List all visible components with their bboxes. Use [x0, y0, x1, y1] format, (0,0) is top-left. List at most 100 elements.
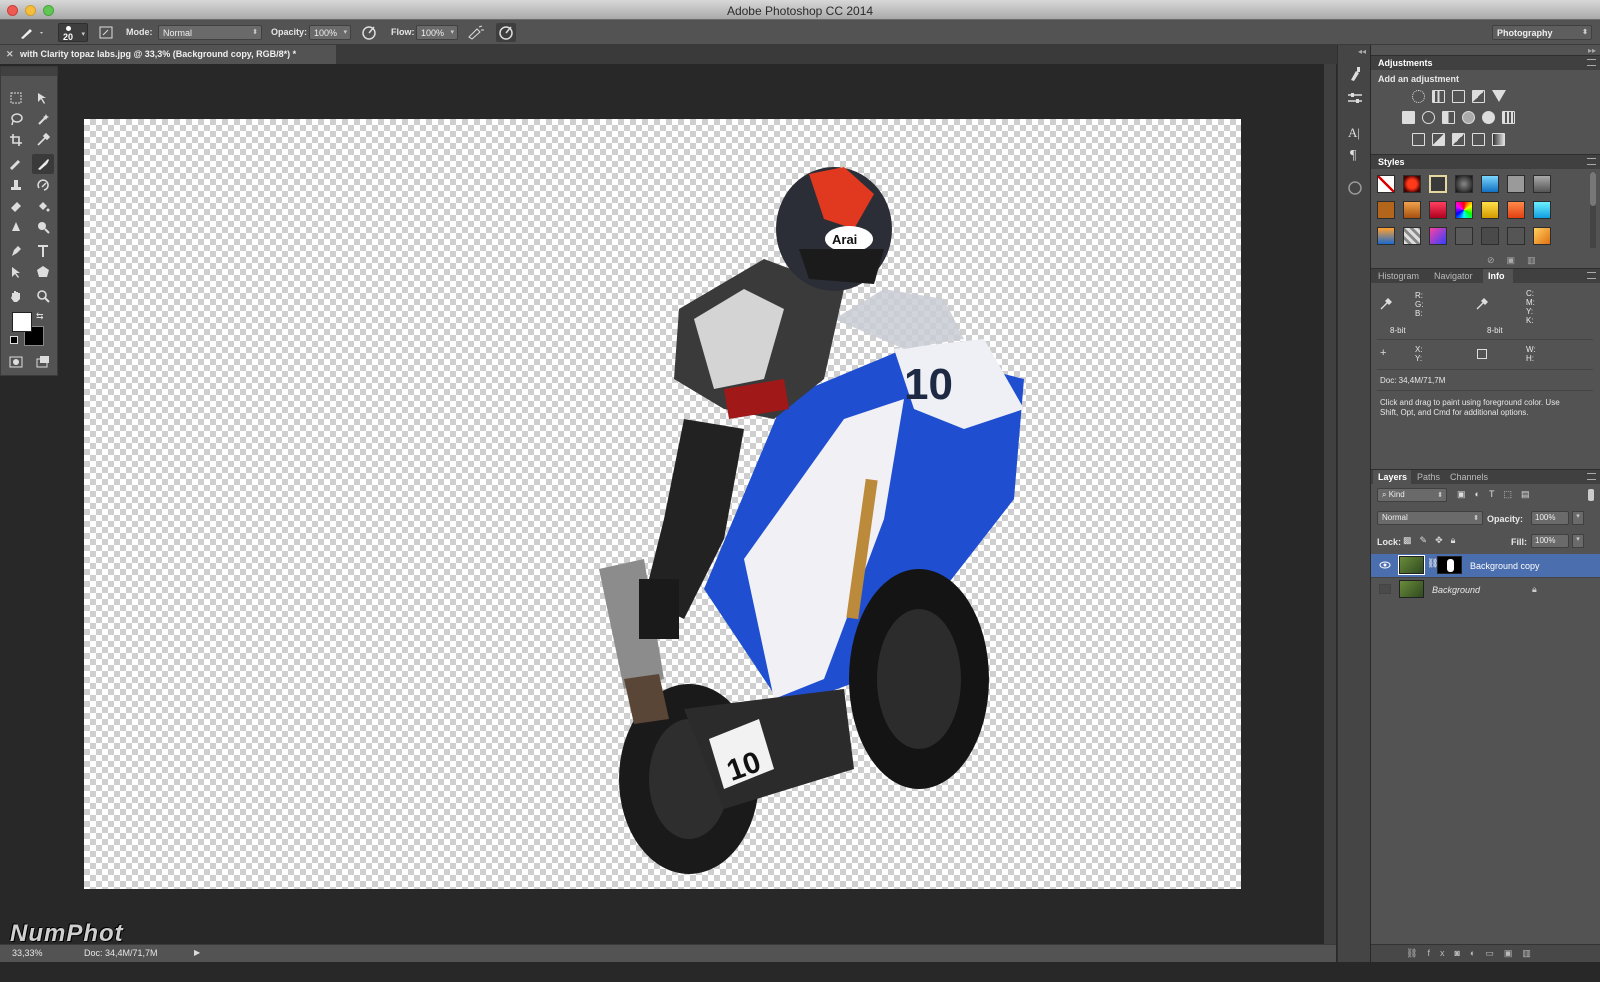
adjustment-brightness-button[interactable] [1412, 90, 1425, 103]
opacity-field[interactable]: 100% ▾ [309, 25, 351, 40]
tab-styles[interactable]: Styles [1378, 157, 1405, 167]
filter-toggle[interactable] [1588, 489, 1594, 501]
brush-dock-button[interactable] [1345, 89, 1365, 107]
layer-row-background[interactable]: Background 🔒︎ [1371, 577, 1600, 600]
lock-transparency-icon[interactable]: ▩ [1403, 535, 1420, 545]
style-swatch[interactable] [1403, 227, 1421, 245]
style-swatch[interactable] [1377, 175, 1395, 193]
adjustment-invert-button[interactable] [1412, 133, 1425, 146]
style-swatch[interactable] [1429, 175, 1447, 193]
adjustment-vibrance-button[interactable] [1492, 90, 1506, 102]
layer-opacity-field[interactable]: 100% [1531, 511, 1569, 525]
style-swatch[interactable] [1455, 201, 1473, 219]
brush-tool[interactable] [32, 154, 54, 174]
style-swatch[interactable] [1403, 175, 1421, 193]
layer-fill-slider-button[interactable]: ▾ [1572, 534, 1584, 548]
layer-fill-field[interactable]: 100% [1531, 534, 1569, 548]
lock-position-icon[interactable]: ✥ [1435, 535, 1451, 545]
adjustment-color-balance-button[interactable] [1422, 111, 1435, 124]
style-swatch[interactable] [1533, 201, 1551, 219]
eye-icon[interactable] [1379, 560, 1391, 570]
move-tool[interactable] [32, 88, 54, 108]
layer-thumbnail[interactable] [1399, 580, 1424, 598]
style-swatch[interactable] [1507, 175, 1525, 193]
adjustment-levels-button[interactable] [1432, 90, 1445, 103]
collapse-panels-icon[interactable]: ▸▸ [1588, 46, 1596, 55]
paint-bucket-tool[interactable] [32, 196, 54, 216]
airbrush-button[interactable] [465, 23, 485, 42]
style-swatch[interactable] [1377, 227, 1395, 245]
style-swatch[interactable] [1455, 175, 1473, 193]
style-swatch[interactable] [1533, 227, 1551, 245]
close-tab-icon[interactable]: ✕ [6, 49, 14, 60]
tab-navigator[interactable]: Navigator [1434, 271, 1473, 281]
tab-histogram[interactable]: Histogram [1378, 271, 1419, 281]
pressure-size-button[interactable] [496, 23, 516, 42]
hand-tool[interactable] [5, 286, 27, 306]
mode-select[interactable]: Normal ⬍ [158, 25, 262, 40]
canvas-area[interactable]: 10 10 Arai [60, 64, 1336, 944]
shape-tool[interactable] [32, 262, 54, 282]
panel-menu-icon[interactable] [1587, 59, 1596, 66]
clear-style-icon[interactable]: ⊘ [1487, 255, 1507, 265]
document-canvas[interactable]: 10 10 Arai [84, 119, 1241, 889]
styles-scrollbar[interactable] [1590, 172, 1596, 248]
eyedropper-tool[interactable] [32, 130, 54, 150]
tab-adjustments[interactable]: Adjustments [1378, 58, 1433, 68]
brush-size-button[interactable]: 20 ▾ [58, 23, 88, 42]
style-swatch[interactable] [1481, 227, 1499, 245]
marquee-tool[interactable] [5, 88, 27, 108]
type-tool[interactable] [32, 241, 54, 261]
adjustment-exposure-button[interactable] [1472, 90, 1485, 103]
foreground-color-swatch[interactable] [12, 312, 32, 332]
layer-mask-thumbnail[interactable] [1437, 556, 1462, 574]
magic-wand-tool[interactable] [32, 109, 54, 129]
tools-panel-header[interactable] [1, 67, 57, 76]
paragraph-dock-button[interactable]: ¶ [1345, 145, 1365, 163]
link-layers-icon[interactable]: ⛓ [1406, 948, 1427, 958]
tab-info[interactable]: Info [1488, 271, 1505, 281]
layer-thumbnail[interactable] [1398, 555, 1425, 575]
zoom-level[interactable]: 33,33% [12, 948, 43, 958]
layer-filter-kind[interactable]: ⌕ Kind ⬍ [1377, 488, 1447, 502]
default-colors-icon[interactable] [10, 336, 18, 344]
collapse-panels-icon[interactable]: ◂◂ [1358, 47, 1366, 56]
pressure-opacity-button[interactable] [359, 23, 379, 42]
new-group-icon[interactable]: ▭ [1485, 948, 1504, 958]
tab-layers[interactable]: Layers [1378, 472, 1407, 482]
panel-menu-icon[interactable] [1587, 158, 1596, 165]
brush-presets-dock-button[interactable] [1345, 65, 1365, 83]
filter-shape-icon[interactable]: ⬚ [1503, 489, 1521, 499]
tab-paths[interactable]: Paths [1417, 472, 1440, 482]
style-swatch[interactable] [1377, 201, 1395, 219]
layer-opacity-slider-button[interactable]: ▾ [1572, 511, 1584, 525]
trash-icon[interactable]: ▥ [1527, 255, 1548, 265]
swap-colors-icon[interactable]: ⇆ [36, 311, 44, 322]
layer-blend-mode-select[interactable]: Normal ⬍ [1377, 511, 1483, 525]
panel-menu-icon[interactable] [1587, 272, 1596, 279]
adjustment-posterize-button[interactable] [1432, 133, 1445, 146]
quick-mask-button[interactable] [5, 352, 27, 372]
new-layer-icon[interactable]: ▣ [1504, 948, 1523, 958]
adjustment-photo-filter-button[interactable] [1462, 111, 1475, 124]
adjustment-selective-color-button[interactable] [1472, 133, 1485, 146]
panel-menu-icon[interactable] [1587, 473, 1596, 480]
status-menu-arrow-icon[interactable]: ▶ [194, 948, 200, 957]
delete-layer-icon[interactable]: ▥ [1522, 948, 1541, 958]
crop-tool[interactable] [5, 130, 27, 150]
filter-type-icon[interactable]: T [1489, 489, 1504, 499]
visibility-toggle-empty[interactable] [1379, 584, 1391, 594]
brush-panel-toggle[interactable] [96, 23, 116, 42]
new-style-icon[interactable]: ▣ [1507, 255, 1528, 265]
style-swatch[interactable] [1403, 201, 1421, 219]
blur-tool[interactable] [5, 217, 27, 237]
adjustment-lookup-button[interactable] [1502, 111, 1515, 124]
brush-preset-picker[interactable] [16, 23, 46, 42]
lock-pixels-icon[interactable]: ✎ [1420, 535, 1436, 545]
adjustment-mixer-button[interactable] [1482, 111, 1495, 124]
layer-row-background-copy[interactable]: ⛓ Background copy [1371, 554, 1600, 577]
flow-field[interactable]: 100% ▾ [416, 25, 458, 40]
style-swatch[interactable] [1507, 227, 1525, 245]
dodge-tool[interactable] [32, 217, 54, 237]
fx-icon[interactable]: fx [1427, 948, 1454, 958]
